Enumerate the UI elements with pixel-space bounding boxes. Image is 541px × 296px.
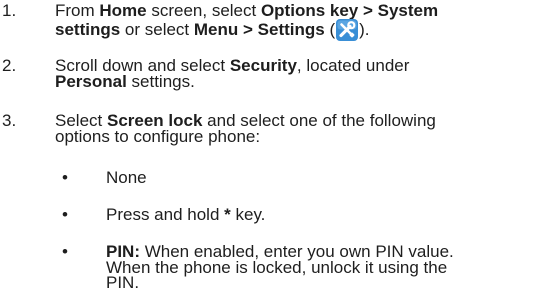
list-item-text: None [106,168,147,187]
bold-text: Security [229,56,297,75]
list-item-text: PIN: When enabled, enter you own PIN val… [106,243,541,292]
text: key. [230,205,266,224]
text: ( [324,19,336,39]
bold-text: * [224,205,231,224]
list-item-text: Press and hold * key. [106,205,541,224]
bold-text: Menu > Settings [193,19,325,39]
step-line: From Home screen, select Options key > S… [55,1,541,20]
text: From [55,1,100,20]
step-line: options to configure phone: [55,126,541,146]
step-number: 1. [2,1,17,20]
tools-icon [336,18,359,41]
step-number: 3. [2,111,17,130]
step-line: settings or select Menu > Settings ( ). [55,18,541,41]
step-text: From Home screen, select Options key > S… [55,1,541,41]
bullet-marker: • [62,168,68,187]
bold-text: settings [55,19,121,39]
text: screen, select [146,1,261,20]
bold-text: Home [99,1,147,20]
item-line: PIN. [106,273,140,292]
item-line: When the phone is locked, unlock it usin… [106,257,448,277]
text: Press and hold [106,205,225,224]
instruction-document: 1. From Home screen, select Options key … [0,0,541,296]
bullet-marker: • [62,205,68,224]
bold-text: Personal [55,71,127,91]
step-line: Personal settings. [55,71,541,91]
bullet-marker: • [62,242,68,261]
step-number: 2. [2,56,17,75]
text: options to configure phone: [55,126,261,146]
text: settings. [126,71,195,91]
text: ). [359,19,370,39]
text: or select [120,19,194,39]
step-text: Scroll down and select Security, located… [55,56,541,91]
text: , located under [296,56,410,75]
step-text: Select Screen lock and select one of the… [55,112,541,146]
bold-text: Options key > System [260,1,439,20]
